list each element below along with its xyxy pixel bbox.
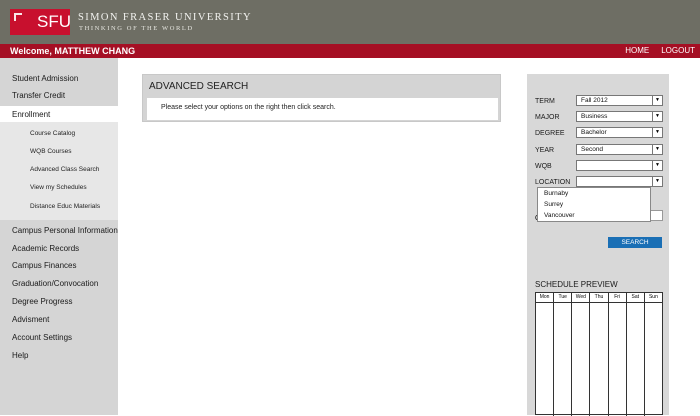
sidebar-item-help[interactable]: Help <box>0 347 118 364</box>
advanced-search-panel: ADVANCED SEARCH Please select your optio… <box>142 74 501 122</box>
year-value: Second <box>581 146 604 153</box>
day-column <box>572 303 591 416</box>
day-column <box>590 303 609 416</box>
chevron-down-icon: ▼ <box>652 145 662 154</box>
term-value: Fall 2012 <box>581 97 608 104</box>
wqb-label: WQB <box>535 163 552 170</box>
day-header-wed: Wed <box>572 293 591 302</box>
sidebar-item-academic-records[interactable]: Academic Records <box>0 240 118 257</box>
location-option-burnaby[interactable]: Burnaby <box>538 188 650 199</box>
location-dropdown-menu: Burnaby Surrey Vancouver <box>537 187 651 222</box>
chevron-down-icon: ▼ <box>652 161 662 170</box>
university-tagline: THINKING OF THE WORLD <box>79 25 194 32</box>
logo-text: SFU <box>37 12 71 31</box>
year-select[interactable]: Second ▼ <box>576 144 663 155</box>
schedule-preview-grid: Mon Tue Wed Thu Fri Sat Sun <box>535 292 663 416</box>
location-select[interactable]: ▼ <box>576 176 663 187</box>
top-nav: HOME LOGOUT <box>625 45 695 57</box>
sidebar-item-campus-personal-information[interactable]: Campus Personal Information <box>0 222 118 239</box>
degree-select[interactable]: Bachelor ▼ <box>576 127 663 138</box>
sidebar-subitem-distance-educ-materials[interactable]: Distance Educ Materials <box>0 198 118 215</box>
logo-mark-icon <box>10 9 34 35</box>
major-select[interactable]: Business ▼ <box>576 111 663 122</box>
day-column <box>609 303 627 416</box>
location-label: LOCATION <box>535 179 571 186</box>
sidebar-item-transfer-credit[interactable]: Transfer Credit <box>0 87 118 104</box>
sidebar-item-enrollment[interactable]: Enrollment <box>0 106 118 122</box>
sidebar: Student Admission Transfer Credit Enroll… <box>0 58 118 415</box>
day-column <box>554 303 573 416</box>
day-header-sun: Sun <box>648 294 658 300</box>
chevron-down-icon: ▼ <box>652 112 662 121</box>
location-option-vancouver[interactable]: Vancouver <box>538 210 650 221</box>
chevron-down-icon: ▼ <box>652 177 662 186</box>
chevron-down-icon: ▼ <box>652 96 662 105</box>
day-header-thu: Thu <box>590 293 609 302</box>
day-header-mon: Mon <box>536 293 555 302</box>
sidebar-item-account-settings[interactable]: Account Settings <box>0 329 118 346</box>
obscured-field[interactable] <box>649 210 663 221</box>
day-column <box>536 303 555 416</box>
sidebar-subitem-course-catalog[interactable]: Course Catalog <box>0 125 118 142</box>
filter-panel: TERM Fall 2012 ▼ MAJOR Business ▼ DEGREE… <box>527 74 669 416</box>
term-label: TERM <box>535 98 555 105</box>
page-title: ADVANCED SEARCH <box>149 81 249 92</box>
search-instructions-box: Please select your options on the right … <box>147 98 498 120</box>
day-header-fri: Fri <box>609 293 627 302</box>
year-label: YEAR <box>535 147 555 154</box>
sidebar-item-campus-finances[interactable]: Campus Finances <box>0 257 118 274</box>
university-name: SIMON FRASER UNIVERSITY <box>78 12 252 23</box>
sidebar-subitem-advanced-class-search[interactable]: Advanced Class Search <box>0 161 118 178</box>
home-link[interactable]: HOME <box>625 45 649 57</box>
sidebar-subitem-wqb-courses[interactable]: WQB Courses <box>0 143 118 160</box>
schedule-header-row: Mon Tue Wed Thu Fri Sat Sun <box>536 293 662 303</box>
location-option-surrey[interactable]: Surrey <box>538 199 650 210</box>
major-label: MAJOR <box>535 114 560 121</box>
degree-label: DEGREE <box>535 130 565 137</box>
logout-link[interactable]: LOGOUT <box>661 45 695 57</box>
chevron-down-icon: ▼ <box>652 128 662 137</box>
sidebar-subitem-view-my-schedules[interactable]: View my Schedules <box>0 179 118 196</box>
sidebar-item-student-admission[interactable]: Student Admission <box>0 70 118 87</box>
major-value: Business <box>581 113 608 120</box>
search-button[interactable]: SEARCH <box>608 237 662 248</box>
degree-value: Bachelor <box>581 129 607 136</box>
site-header: SFU SIMON FRASER UNIVERSITY THINKING OF … <box>0 0 700 44</box>
term-select[interactable]: Fall 2012 ▼ <box>576 95 663 106</box>
schedule-day-columns <box>536 303 662 416</box>
welcome-message: Welcome, MATTHEW CHANG <box>10 46 136 56</box>
user-bar: Welcome, MATTHEW CHANG HOME LOGOUT <box>0 44 700 58</box>
day-column <box>645 303 662 416</box>
sidebar-item-graduation-convocation[interactable]: Graduation/Convocation <box>0 275 118 292</box>
day-column <box>627 303 645 416</box>
sidebar-item-advisment[interactable]: Advisment <box>0 311 118 328</box>
search-instructions: Please select your options on the right … <box>161 104 336 111</box>
schedule-preview-title: SCHEDULE PREVIEW <box>535 280 618 289</box>
day-header-tue: Tue <box>554 293 573 302</box>
sidebar-item-degree-progress[interactable]: Degree Progress <box>0 293 118 310</box>
sfu-logo[interactable]: SFU <box>10 9 71 35</box>
day-header-sat: Sat <box>627 293 645 302</box>
wqb-select[interactable]: ▼ <box>576 160 663 171</box>
